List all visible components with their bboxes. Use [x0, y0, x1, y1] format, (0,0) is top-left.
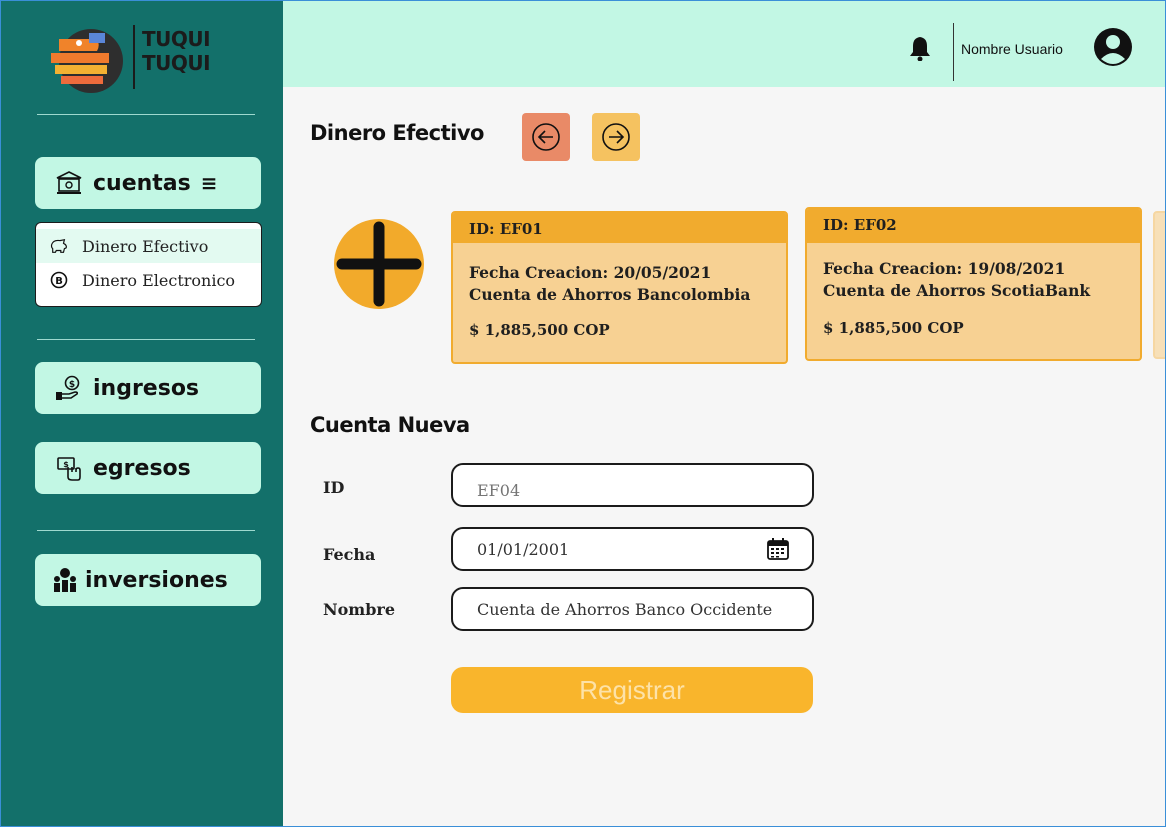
- account-card[interactable]: ID: EF01 Fecha Creacion: 20/05/2021 Cuen…: [451, 211, 788, 364]
- piggy-bank-icon: [50, 237, 68, 255]
- prev-button[interactable]: [522, 113, 570, 161]
- sidebar: TUQUI TUQUI cuentas ≡ Dinero Efectivo B: [1, 1, 283, 826]
- fecha-value: 01/01/2001: [477, 540, 570, 559]
- sidebar-item-label: inversiones: [85, 567, 228, 593]
- register-button[interactable]: Registrar: [451, 667, 813, 713]
- page-title: Dinero Efectivo: [310, 121, 484, 145]
- submenu-item-dinero-efectivo[interactable]: Dinero Efectivo: [36, 229, 261, 263]
- top-bar: Nombre Usuario: [283, 1, 1165, 87]
- svg-text:$: $: [69, 380, 75, 390]
- submenu-item-dinero-electronico[interactable]: B Dinero Electronico: [36, 263, 261, 297]
- bell-icon[interactable]: [908, 35, 932, 61]
- nombre-input[interactable]: Cuenta de Ahorros Banco Occidente: [451, 587, 814, 631]
- sidebar-item-label: ingresos: [93, 375, 200, 401]
- account-card-partial[interactable]: [1153, 211, 1165, 359]
- card-id: ID: EF02: [807, 209, 1140, 243]
- logo-text: TUQUI TUQUI: [142, 27, 211, 75]
- submenu-item-label: Dinero Efectivo: [82, 236, 209, 256]
- arrow-right-icon: [602, 123, 630, 151]
- id-input[interactable]: [451, 463, 814, 507]
- nombre-value: Cuenta de Ahorros Banco Occidente: [477, 600, 773, 619]
- toucan-logo-icon: [51, 29, 123, 93]
- svg-text:B: B: [55, 276, 63, 287]
- header-divider: [953, 23, 954, 81]
- form-title: Cuenta Nueva: [310, 413, 470, 437]
- card-account-name: Cuenta de Ahorros ScotiaBank: [823, 281, 1091, 300]
- sidebar-divider: [37, 114, 255, 115]
- card-date: Fecha Creacion: 19/08/2021: [823, 259, 1066, 278]
- sidebar-divider: [37, 530, 255, 531]
- sidebar-item-cuentas[interactable]: cuentas ≡: [35, 157, 261, 209]
- fecha-input[interactable]: 01/01/2001: [451, 527, 814, 571]
- fecha-label: Fecha: [323, 545, 376, 564]
- investors-icon: [51, 566, 79, 594]
- sidebar-item-egresos[interactable]: $ egresos: [35, 442, 261, 494]
- card-amount: $ 1,885,500 COP: [469, 321, 610, 339]
- sidebar-divider: [37, 339, 255, 340]
- add-account-button[interactable]: [334, 219, 424, 309]
- arrow-left-icon: [532, 123, 560, 151]
- sidebar-item-label: egresos: [93, 455, 191, 481]
- bill-hand-icon: $: [55, 454, 83, 482]
- username[interactable]: Nombre Usuario: [961, 41, 1063, 57]
- card-account-name: Cuenta de Ahorros Bancolombia: [469, 285, 751, 304]
- bitcoin-icon: B: [50, 271, 68, 289]
- calendar-icon[interactable]: [766, 537, 790, 561]
- card-amount: $ 1,885,500 COP: [823, 319, 964, 337]
- app-window: TUQUI TUQUI cuentas ≡ Dinero Efectivo B: [0, 0, 1166, 827]
- logo-divider: [133, 25, 135, 89]
- nombre-label: Nombre: [323, 600, 396, 619]
- sidebar-item-inversiones[interactable]: inversiones: [35, 554, 261, 606]
- submenu-item-label: Dinero Electronico: [82, 270, 236, 290]
- card-date: Fecha Creacion: 20/05/2021: [469, 263, 712, 282]
- plus-icon: [336, 221, 422, 307]
- sidebar-item-ingresos[interactable]: $ ingresos: [35, 362, 261, 414]
- sidebar-item-label: cuentas: [93, 170, 191, 196]
- hamburger-menu-icon[interactable]: ≡: [201, 171, 218, 195]
- id-label: ID: [323, 478, 345, 497]
- card-id: ID: EF01: [453, 213, 786, 243]
- main-content: Dinero Efectivo ID: EF01 Fecha Creacion:…: [283, 87, 1165, 826]
- account-card[interactable]: ID: EF02 Fecha Creacion: 19/08/2021 Cuen…: [805, 207, 1142, 361]
- next-button[interactable]: [592, 113, 640, 161]
- logo[interactable]: TUQUI TUQUI: [49, 23, 269, 99]
- user-avatar-icon[interactable]: [1093, 27, 1133, 67]
- bank-icon: [55, 169, 83, 197]
- cuentas-submenu: Dinero Efectivo B Dinero Electronico: [35, 222, 262, 307]
- hand-coin-icon: $: [55, 374, 83, 402]
